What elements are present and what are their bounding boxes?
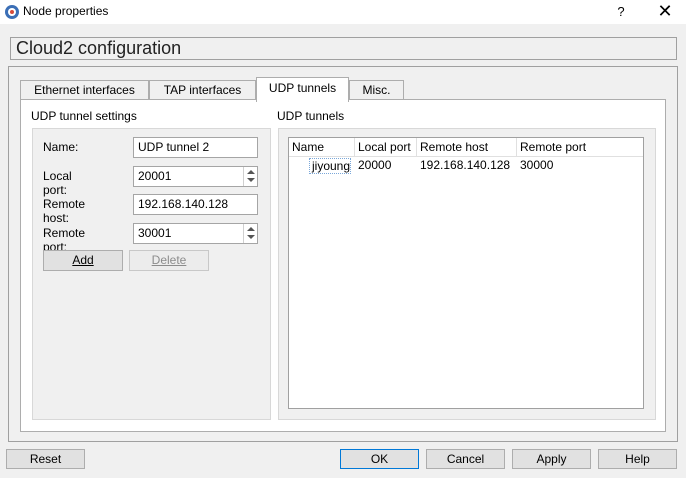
name-field[interactable]: UDP tunnel 2 <box>133 137 258 158</box>
remote-host-field[interactable]: 192.168.140.128 <box>133 194 258 215</box>
local-port-spinbox[interactable]: 20001 <box>133 166 258 187</box>
spin-down-icon[interactable] <box>247 178 255 182</box>
tunnel-local-port-cell: 20000 <box>358 158 392 172</box>
tab-ethernet-interfaces[interactable]: Ethernet interfaces <box>20 80 149 101</box>
column-header-local-port[interactable]: Local port <box>355 138 417 157</box>
tab-udp-tunnels[interactable]: UDP tunnels <box>256 77 349 102</box>
title-help-button[interactable]: ? <box>611 2 631 22</box>
tunnel-row[interactable]: jiyoung 20000 192.168.140.128 30000 <box>289 157 643 175</box>
window-title: Node properties <box>23 4 109 18</box>
spin-down-icon[interactable] <box>247 235 255 239</box>
reset-button[interactable]: Reset <box>6 449 85 469</box>
local-port-value: 20001 <box>138 169 172 183</box>
tunnels-group-title: UDP tunnels <box>277 109 345 123</box>
add-button[interactable]: Add <box>43 250 123 271</box>
apply-button[interactable]: Apply <box>512 449 591 469</box>
tab-misc[interactable]: Misc. <box>349 80 404 101</box>
delete-button: Delete <box>129 250 209 271</box>
remote-host-label: Remote host: <box>43 197 86 225</box>
column-header-remote-host[interactable]: Remote host <box>417 138 517 157</box>
tunnel-remote-port-cell: 30000 <box>520 158 554 172</box>
name-label: Name: <box>43 140 79 154</box>
spin-up-icon[interactable] <box>247 227 255 231</box>
page-title: Cloud2 configuration <box>10 37 677 60</box>
tree-header: Name Local port Remote host Remote port <box>289 138 643 157</box>
close-icon[interactable]: ✕ <box>654 2 676 22</box>
tunnels-tree[interactable]: Name Local port Remote host Remote port … <box>288 137 644 409</box>
tab-tap-interfaces[interactable]: TAP interfaces <box>149 80 256 101</box>
settings-group-title: UDP tunnel settings <box>31 109 137 123</box>
local-port-label: Local port: <box>43 169 72 197</box>
column-header-name[interactable]: Name <box>289 138 355 157</box>
cancel-button[interactable]: Cancel <box>426 449 505 469</box>
remote-port-stepper[interactable] <box>243 224 257 243</box>
ok-button[interactable]: OK <box>340 449 419 469</box>
remote-port-spinbox[interactable]: 30001 <box>133 223 258 244</box>
local-port-stepper[interactable] <box>243 167 257 186</box>
column-header-remote-port[interactable]: Remote port <box>517 138 643 157</box>
help-button[interactable]: Help <box>598 449 677 469</box>
title-bar: Node properties ? ✕ <box>0 0 686 24</box>
tunnel-remote-host-cell: 192.168.140.128 <box>420 158 511 172</box>
tunnel-name-cell[interactable]: jiyoung <box>309 158 352 174</box>
gns3-node-icon <box>5 5 19 19</box>
remote-port-value: 30001 <box>138 226 172 240</box>
spin-up-icon[interactable] <box>247 170 255 174</box>
